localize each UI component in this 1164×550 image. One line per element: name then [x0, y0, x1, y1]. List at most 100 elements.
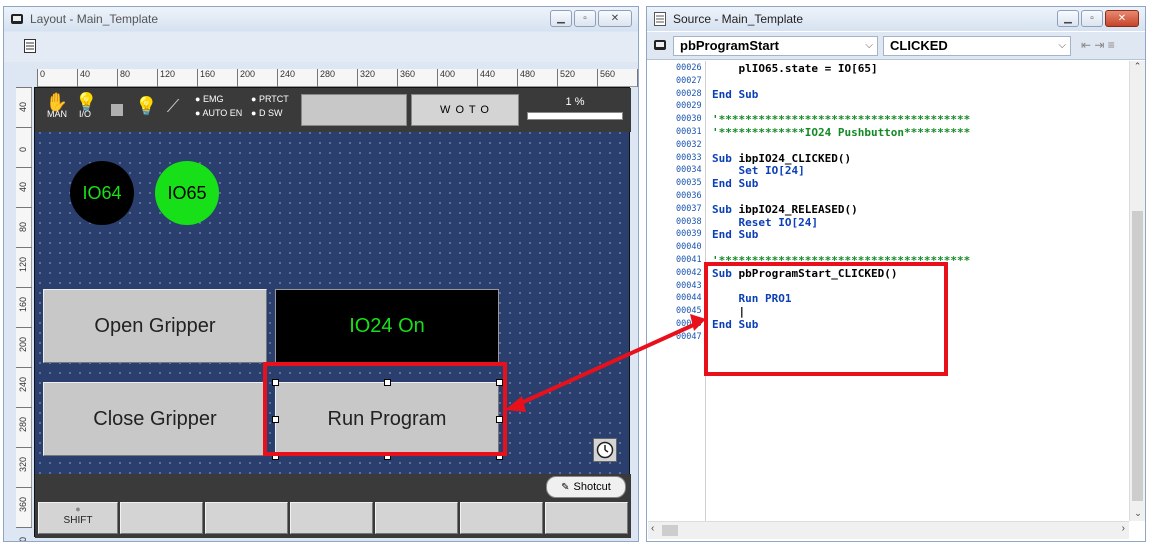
emg-indicator: ● EMG — [195, 94, 224, 104]
selection-handle[interactable] — [384, 379, 391, 386]
ruler-tick-label: 40 — [77, 69, 90, 87]
ruler-tick-label: 200 — [16, 327, 32, 352]
event-select-value: CLICKED — [890, 38, 948, 53]
line-number: 00039 — [676, 229, 702, 240]
code-line[interactable]: Sub ibpIO24_RELEASED() — [712, 203, 858, 216]
shift-key[interactable]: ● SHIFT — [38, 502, 118, 534]
code-line[interactable]: Run PRO1 — [712, 293, 791, 305]
ruler-tick-label: 480 — [517, 69, 535, 87]
ruler-tick-label: 280 — [317, 69, 335, 87]
code-line[interactable]: Sub ibpIO24_CLICKED() — [712, 152, 851, 165]
selection-handle[interactable] — [496, 416, 503, 423]
selection-handle[interactable] — [272, 416, 279, 423]
object-select[interactable]: pbProgramStart ⌵ — [673, 36, 878, 56]
run-program-button[interactable]: Run Program — [275, 382, 499, 456]
prtct-indicator: ● PRTCT — [251, 94, 289, 104]
scroll-thumb[interactable] — [1132, 211, 1143, 501]
layout-doc-toolbar — [4, 32, 638, 62]
selection-handle[interactable] — [272, 453, 279, 460]
minimize-button[interactable]: ▁ — [1057, 10, 1079, 27]
ruler-tick-label: 80 — [117, 69, 130, 87]
ruler-tick-label: 160 — [16, 287, 32, 312]
scroll-left-icon[interactable]: ‹ — [651, 523, 654, 534]
line-number: 00037 — [676, 203, 702, 214]
indent-icon[interactable]: ⇤ ⇥ ≡ — [1081, 38, 1115, 52]
function-key[interactable] — [205, 502, 288, 534]
object-icon — [653, 38, 667, 55]
code-line[interactable]: End Sub — [712, 178, 758, 190]
code-line[interactable]: '************************************** — [712, 255, 970, 267]
close-gripper-button[interactable]: Close Gripper — [43, 382, 267, 456]
function-key[interactable] — [375, 502, 458, 534]
close-button[interactable]: ✕ — [598, 10, 632, 27]
line-number: 00038 — [676, 216, 702, 227]
ruler-tick-label: 520 — [557, 69, 575, 87]
event-select[interactable]: CLICKED ⌵ — [883, 36, 1071, 56]
code-line[interactable]: '************************************** — [712, 114, 970, 126]
shift-label: SHIFT — [63, 515, 93, 526]
io-bulb-icon: 💡 I/O — [75, 92, 98, 119]
code-editor[interactable]: 00026 00027 00028 00029 00030 00031 00032 00033… — [648, 61, 1133, 521]
code-line[interactable]: Set IO[24] — [712, 165, 804, 177]
horizontal-scrollbar[interactable]: ‹ › — [648, 521, 1129, 539]
function-key[interactable] — [460, 502, 543, 534]
code-line[interactable]: Sub pbProgramStart_CLICKED() — [712, 267, 897, 280]
line-number: 00040 — [676, 242, 702, 253]
ruler-tick-label: 160 — [197, 69, 215, 87]
line-number: 00047 — [676, 331, 702, 342]
line-number: 00027 — [676, 75, 702, 86]
chevron-down-icon: ⌵ — [1058, 40, 1066, 51]
layout-titlebar: Layout - Main_Template ▁ ▫ ✕ — [4, 7, 638, 31]
code-line[interactable]: Reset IO[24] — [712, 216, 817, 229]
code-line[interactable]: | — [712, 306, 745, 318]
scroll-down-icon[interactable]: ⌄ — [1130, 508, 1145, 519]
ruler-tick-label: 360 — [397, 69, 415, 87]
line-number: 00028 — [676, 88, 702, 99]
shortcut-button[interactable]: ✎ Shotcut — [546, 476, 626, 498]
layout-window-controls: ▁ ▫ ✕ — [548, 10, 632, 27]
scroll-thumb[interactable] — [662, 525, 678, 536]
source-file-icon — [653, 12, 667, 26]
blank-display — [301, 94, 407, 126]
dsw-indicator: ● D SW — [251, 108, 283, 118]
scroll-up-icon[interactable]: ⌃ — [1130, 61, 1145, 72]
speed-bar — [527, 112, 623, 120]
ruler-tick-label: 400 — [16, 527, 32, 541]
ruler-tick-label: 120 — [16, 247, 32, 272]
code-line[interactable]: plIO65.state = IO[65] — [712, 63, 877, 75]
ruler-tick-label: 440 — [477, 69, 495, 87]
speed-percent-label: 1 % — [565, 96, 585, 108]
code-line[interactable]: End Sub — [712, 88, 758, 101]
function-key[interactable] — [545, 502, 628, 534]
clock-icon[interactable] — [593, 438, 617, 462]
selection-handle[interactable] — [496, 453, 503, 460]
maximize-button[interactable]: ▫ — [574, 10, 596, 27]
document-icon[interactable] — [24, 39, 36, 56]
horizontal-ruler: 0 40 80 120 160 200 240 280 320 360 400 440 480 520 56… — [37, 69, 638, 87]
lamp-icon: 💡 — [135, 96, 158, 116]
code-line[interactable]: End Sub — [712, 319, 758, 331]
code-line[interactable]: '*************IO24 Pushbutton********** — [712, 127, 970, 139]
minimize-button[interactable]: ▁ — [550, 10, 572, 27]
function-key[interactable] — [290, 502, 373, 534]
line-number: 00044 — [676, 293, 702, 304]
selection-handle[interactable] — [384, 453, 391, 460]
man-label: MAN — [47, 109, 67, 119]
maximize-button[interactable]: ▫ — [1081, 10, 1103, 27]
ruler-tick-label: 0 — [37, 69, 45, 87]
selection-handle[interactable] — [272, 379, 279, 386]
close-button[interactable]: ✕ — [1105, 10, 1139, 27]
line-number: 00026 — [676, 63, 702, 73]
scroll-right-icon[interactable]: › — [1122, 523, 1125, 534]
chevron-down-icon: ⌵ — [865, 40, 873, 51]
layout-canvas[interactable]: ✋ MAN 💡 I/O 💡 ⟋ ● EMG ● PRTCT ● AUTO EN … — [34, 87, 631, 538]
io24-on-button[interactable]: IO24 On — [275, 289, 499, 363]
selection-handle[interactable] — [496, 379, 503, 386]
vertical-scrollbar[interactable]: ⌃ ⌄ — [1129, 61, 1145, 521]
line-number: 00029 — [676, 101, 702, 112]
open-gripper-button[interactable]: Open Gripper — [43, 289, 267, 363]
auto-en-label: AUTO EN — [202, 108, 243, 118]
line-number: 00043 — [676, 280, 702, 291]
function-key[interactable] — [120, 502, 203, 534]
code-line[interactable]: End Sub — [712, 229, 758, 241]
